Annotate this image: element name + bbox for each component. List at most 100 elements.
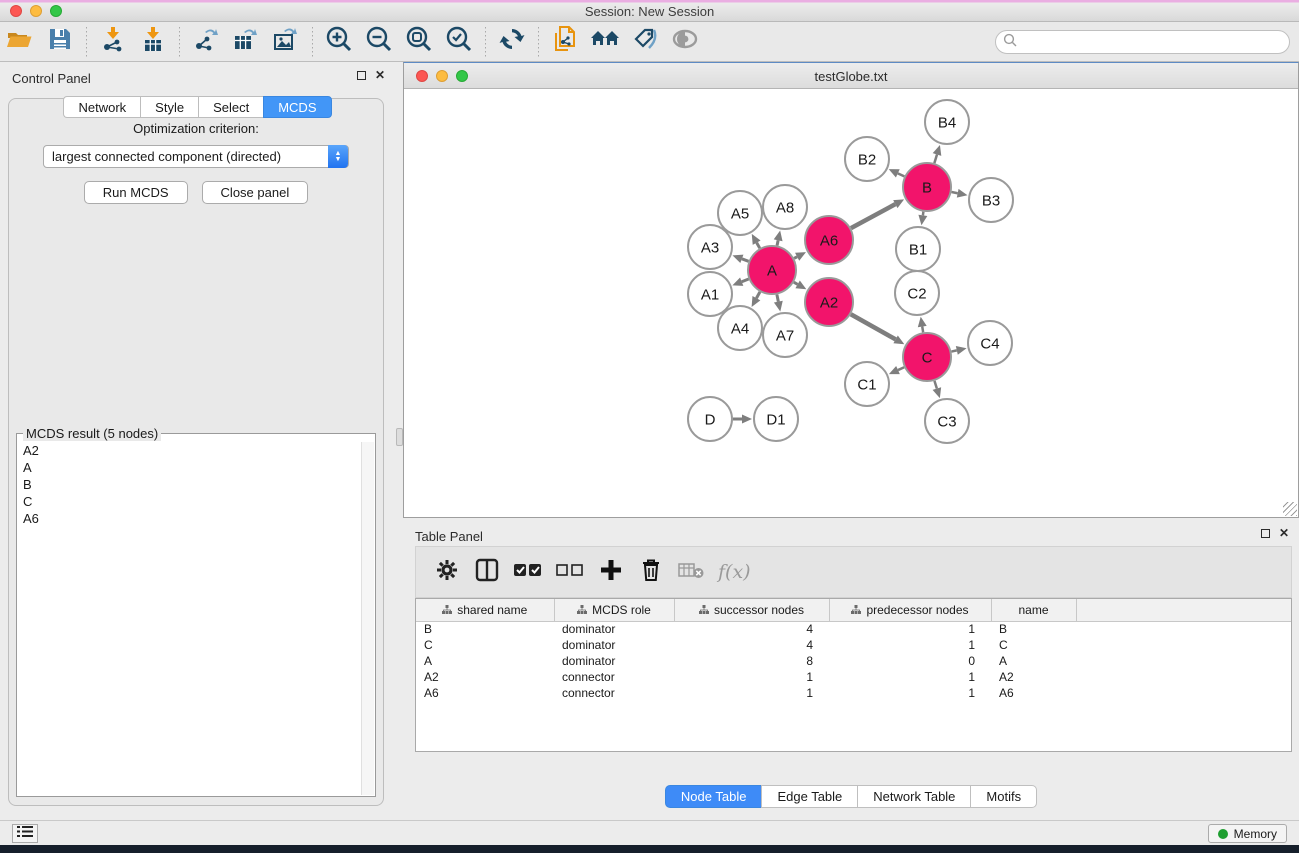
close-table-panel-icon[interactable]: ✕ xyxy=(1279,529,1289,538)
tab-select[interactable]: Select xyxy=(198,96,263,118)
tab-node-table[interactable]: Node Table xyxy=(665,785,762,808)
tab-network-table[interactable]: Network Table xyxy=(857,785,970,808)
import-table-button[interactable] xyxy=(133,25,173,59)
float-panel-icon[interactable] xyxy=(357,71,366,80)
table-cell[interactable]: 8 xyxy=(674,653,829,669)
graph-edge-C-C1[interactable] xyxy=(898,367,904,370)
import-network-button[interactable] xyxy=(93,25,133,59)
criterion-select[interactable]: largest connected component (directed) ▲… xyxy=(43,145,349,168)
clone-network-button[interactable] xyxy=(545,25,585,59)
table-cell[interactable]: dominator xyxy=(554,653,674,669)
zoom-out-button[interactable] xyxy=(359,25,399,59)
column-header-shared-name[interactable]: shared name xyxy=(416,599,554,621)
table-settings-button[interactable] xyxy=(434,557,460,587)
graph-edge-C-C2[interactable] xyxy=(922,327,923,333)
table-cell[interactable]: A2 xyxy=(416,669,554,685)
tab-network[interactable]: Network xyxy=(63,96,140,118)
table-cell[interactable]: connector xyxy=(554,685,674,701)
float-table-panel-icon[interactable] xyxy=(1261,529,1270,538)
run-mcds-button[interactable]: Run MCDS xyxy=(84,181,188,204)
graph-edge-B-B4[interactable] xyxy=(934,154,937,163)
table-row[interactable]: A2connector11A2 xyxy=(416,669,1291,685)
table-cell[interactable]: 1 xyxy=(674,669,829,685)
graph-edge-A6-B[interactable] xyxy=(851,204,895,228)
result-item[interactable]: B xyxy=(18,476,360,493)
table-cell[interactable]: A6 xyxy=(991,685,1076,701)
function-builder-button[interactable]: f(x) xyxy=(718,557,751,587)
tab-mcds[interactable]: MCDS xyxy=(263,96,331,118)
close-panel-icon[interactable]: ✕ xyxy=(375,71,385,80)
table-cell[interactable]: C xyxy=(991,637,1076,653)
tab-edge-table[interactable]: Edge Table xyxy=(761,785,857,808)
table-cell[interactable]: dominator xyxy=(554,637,674,653)
export-network-button[interactable] xyxy=(186,25,226,59)
search-input[interactable] xyxy=(1017,35,1289,49)
table-cell[interactable]: 1 xyxy=(674,685,829,701)
result-item[interactable]: A xyxy=(18,459,360,476)
zoom-selected-button[interactable] xyxy=(439,25,479,59)
result-item[interactable]: A2 xyxy=(18,442,360,459)
graph-edge-A-A4[interactable] xyxy=(756,292,759,298)
home-pages-button[interactable] xyxy=(585,25,625,59)
graph-edge-A-A2[interactable] xyxy=(794,282,798,284)
window-resize-grip[interactable] xyxy=(1283,502,1297,516)
graph-edge-C-C4[interactable] xyxy=(951,350,956,351)
table-cell[interactable]: 1 xyxy=(829,621,991,637)
delete-table-button[interactable] xyxy=(678,557,704,587)
table-cell[interactable]: A2 xyxy=(991,669,1076,685)
result-item[interactable]: A6 xyxy=(18,510,360,527)
close-panel-button[interactable]: Close panel xyxy=(202,181,309,204)
table-cell[interactable]: connector xyxy=(554,669,674,685)
delete-column-button[interactable] xyxy=(638,557,664,587)
graph-edge-A-A3[interactable] xyxy=(742,259,749,261)
table-row[interactable]: Cdominator41C xyxy=(416,637,1291,653)
open-session-button[interactable] xyxy=(0,25,40,59)
column-header-predecessor-nodes[interactable]: predecessor nodes xyxy=(829,599,991,621)
graph-edge-A-A5[interactable] xyxy=(757,243,760,249)
zoom-fit-button[interactable] xyxy=(399,25,439,59)
search-field[interactable] xyxy=(995,30,1290,54)
table-cell[interactable]: 1 xyxy=(829,669,991,685)
deselect-all-columns-button[interactable] xyxy=(556,557,584,587)
toggle-view-button[interactable] xyxy=(665,25,705,59)
graph-edge-B-B3[interactable] xyxy=(951,192,957,193)
column-header-MCDS-role[interactable]: MCDS role xyxy=(554,599,674,621)
table-cell[interactable]: C xyxy=(416,637,554,653)
network-window-titlebar[interactable]: testGlobe.txt xyxy=(404,63,1298,89)
tab-style[interactable]: Style xyxy=(140,96,198,118)
table-cell[interactable]: A6 xyxy=(416,685,554,701)
graph-edge-C-C3[interactable] xyxy=(934,381,936,389)
table-row[interactable]: Bdominator41B xyxy=(416,621,1291,637)
table-cell[interactable]: B xyxy=(991,621,1076,637)
result-scrollbar[interactable] xyxy=(361,442,374,795)
table-cell[interactable]: 4 xyxy=(674,621,829,637)
table-cell[interactable]: 0 xyxy=(829,653,991,669)
graph-edge-A-A6[interactable] xyxy=(794,257,797,259)
table-cell[interactable]: 1 xyxy=(829,685,991,701)
table-cell[interactable]: dominator xyxy=(554,621,674,637)
table-cell[interactable]: 1 xyxy=(829,637,991,653)
table-row[interactable]: Adominator80A xyxy=(416,653,1291,669)
task-history-button[interactable] xyxy=(12,824,38,843)
graph-edge-A-A7[interactable] xyxy=(777,295,778,302)
vertical-splitter-grip[interactable] xyxy=(396,428,403,446)
network-canvas[interactable]: B4B2BB3A8A5A6A3B1AC2A1A2A4A7C4CC1C3DD1 xyxy=(404,90,1298,517)
tab-motifs[interactable]: Motifs xyxy=(970,785,1037,808)
select-all-columns-button[interactable] xyxy=(514,557,542,587)
table-cell[interactable]: B xyxy=(416,621,554,637)
zoom-in-button[interactable] xyxy=(319,25,359,59)
result-item[interactable]: C xyxy=(18,493,360,510)
network-graph[interactable]: B4B2BB3A8A5A6A3B1AC2A1A2A4A7C4CC1C3DD1 xyxy=(404,90,1298,517)
export-image-button[interactable] xyxy=(266,25,306,59)
save-session-button[interactable] xyxy=(40,25,80,59)
graph-edge-B-B2[interactable] xyxy=(898,173,905,176)
table-cell[interactable]: A xyxy=(416,653,554,669)
table-cell[interactable]: 4 xyxy=(674,637,829,653)
column-header-name[interactable]: name xyxy=(991,599,1076,621)
column-header-successor-nodes[interactable]: successor nodes xyxy=(674,599,829,621)
graph-edge-A-A1[interactable] xyxy=(742,279,749,282)
hide-labels-button[interactable] xyxy=(625,25,665,59)
graph-edge-B-B1[interactable] xyxy=(923,212,924,216)
split-columns-button[interactable] xyxy=(474,557,500,587)
refresh-layout-button[interactable] xyxy=(492,25,532,59)
